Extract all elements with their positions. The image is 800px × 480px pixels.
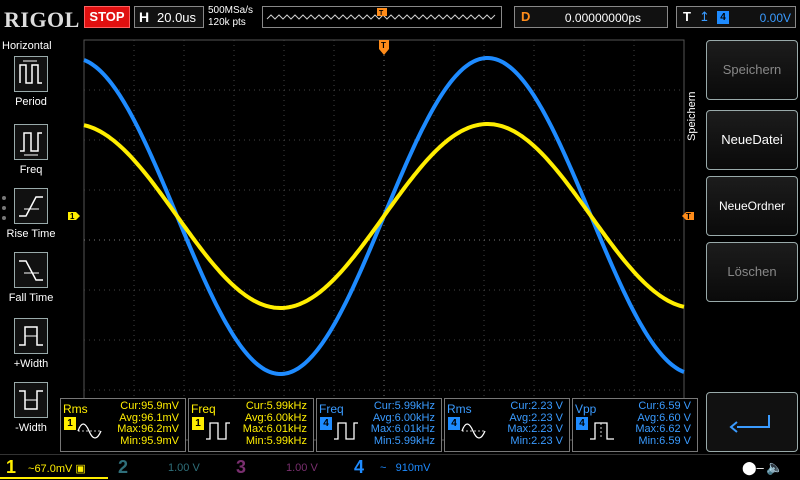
usb-icon: ⬤– xyxy=(742,460,764,475)
pos-width-icon xyxy=(14,318,48,354)
channel-number: 2 xyxy=(118,457,129,477)
channel-badge: 1 xyxy=(64,417,76,430)
measurement-values: Cur:6.59 V Avg:6.60 V Max:6.62 V Min:6.59 … xyxy=(635,400,691,447)
page-indicator xyxy=(2,196,6,226)
channel-scale: ~ 910mV xyxy=(380,462,431,474)
menu-item-label: -Width xyxy=(15,422,47,434)
measurement-name: Rms xyxy=(447,402,472,416)
horizontal-measure-menu: Horizontal Period Freq Rise Time Fall Ti… xyxy=(0,36,62,454)
measurement-vpp-ch4[interactable]: Vpp 4 Cur:6.59 V Avg:6.60 V Max:6.62 V Min… xyxy=(572,398,698,452)
menu-item-freq[interactable]: Freq xyxy=(0,124,62,186)
freq-icon xyxy=(14,124,48,160)
fall-time-icon xyxy=(14,252,48,288)
measurement-name: Freq xyxy=(191,402,216,416)
measurement-name: Rms xyxy=(63,402,88,416)
menu-item-label: Rise Time xyxy=(6,228,56,240)
delete-button[interactable]: Löschen xyxy=(706,242,798,302)
sample-rate: 500MSa/s xyxy=(208,5,254,16)
trigger-label: T xyxy=(683,9,691,24)
neg-width-icon xyxy=(14,382,48,418)
menu-title: Horizontal xyxy=(2,40,52,52)
channel-number: 3 xyxy=(236,457,247,477)
channel-badge: 1 xyxy=(192,417,204,430)
freq-icon xyxy=(206,422,230,440)
measurement-name: Vpp xyxy=(575,402,597,416)
acquisition-info: 500MSa/s 120k pts xyxy=(208,5,253,29)
svg-text:1: 1 xyxy=(70,212,75,221)
new-file-button[interactable]: NeueDatei xyxy=(706,110,798,170)
memory-waveform-icon: T xyxy=(266,8,496,20)
channel-scale: 1.00 V xyxy=(286,462,318,474)
rms-icon xyxy=(77,423,102,439)
channel-scale: ~67.0mV ▣ xyxy=(28,463,86,475)
vpp-icon xyxy=(590,422,614,440)
measurement-values: Cur:2.23 V Avg:2.23 V Max:2.23 V Min:2.23 … xyxy=(507,400,563,447)
freq-icon xyxy=(334,422,358,440)
menu-item-rise-time[interactable]: Rise Time xyxy=(0,188,62,250)
measurement-rms-ch1[interactable]: Rms 1 Cur:95.9mV Avg:96.1mV Max:96.2mV Min… xyxy=(60,398,186,452)
channel-number: 4 xyxy=(354,457,365,477)
measurement-freq-ch1[interactable]: Freq 1 Cur:5.99kHz Avg:6.00kHz Max:6.01kH… xyxy=(188,398,314,452)
new-folder-button[interactable]: NeueOrdner xyxy=(706,176,798,236)
rms-icon xyxy=(461,423,486,439)
menu-item-label: +Width xyxy=(13,358,49,370)
save-menu: Speichern Speichern NeueDatei NeueOrdner… xyxy=(686,36,800,454)
measurement-values: Cur:95.9mV Avg:96.1mV Max:96.2mV Min:95.9m… xyxy=(117,400,179,447)
graticule xyxy=(83,39,685,441)
channel-1-offset-marker[interactable]: 1 xyxy=(68,212,80,221)
save-button[interactable]: Speichern xyxy=(706,40,798,100)
menu-item-period[interactable]: Period xyxy=(0,56,62,118)
save-menu-title: Speichern xyxy=(686,91,698,141)
memory-overview[interactable]: T xyxy=(262,6,502,28)
channel-4-status[interactable]: 4 ~ 910mV xyxy=(348,457,458,479)
menu-item-label: Period xyxy=(15,96,47,108)
menu-item-fall-time[interactable]: Fall Time xyxy=(0,252,62,314)
measurement-freq-ch4[interactable]: Freq 4 Cur:5.99kHz Avg:6.00kHz Max:6.01kH… xyxy=(316,398,442,452)
timebase-box[interactable]: H 20.0us xyxy=(134,6,204,28)
measurement-rms-ch4[interactable]: Rms 4 Cur:2.23 V Avg:2.23 V Max:2.23 V Min… xyxy=(444,398,570,452)
delay-box[interactable]: D 0.00000000ps xyxy=(514,6,668,28)
menu-item-neg-width[interactable]: -Width xyxy=(0,382,62,444)
channel-1-status[interactable]: 1 ~67.0mV ▣ xyxy=(0,457,108,479)
measurement-bar: Rms 1 Cur:95.9mV Avg:96.1mV Max:96.2mV Min… xyxy=(60,398,700,452)
trigger-box[interactable]: T ↥ 4 0.00V xyxy=(676,6,796,28)
rising-edge-icon: ↥ xyxy=(699,9,710,24)
channel-scale: 1.00 V xyxy=(168,462,200,474)
channel-2-status[interactable]: 2 1.00 V xyxy=(112,457,226,479)
trigger-level: 0.00V xyxy=(759,11,791,25)
timebase-value: 20.0us xyxy=(157,10,197,25)
svg-text:T: T xyxy=(379,10,384,17)
bandwidth-limit-icon: ▣ xyxy=(75,463,86,475)
back-button[interactable] xyxy=(706,392,798,452)
delay-label: D xyxy=(521,9,531,24)
rigol-logo: RIGOL xyxy=(4,7,80,32)
channel-badge: 4 xyxy=(576,417,588,430)
trigger-source-badge: 4 xyxy=(717,11,729,24)
menu-item-label: Fall Time xyxy=(8,292,54,304)
channel-number: 1 xyxy=(6,457,17,477)
measurement-values: Cur:5.99kHz Avg:6.00kHz Max:6.01kHz Min:5.… xyxy=(242,400,307,447)
svg-text:T: T xyxy=(381,41,386,50)
run-stop-badge[interactable]: STOP xyxy=(84,6,130,28)
rise-time-icon xyxy=(14,188,48,224)
waveform-display[interactable]: T 1 T xyxy=(62,36,704,452)
trigger-position-marker[interactable]: T xyxy=(379,40,389,55)
timebase-label: H xyxy=(139,9,150,25)
memory-depth: 120k pts xyxy=(208,17,246,28)
return-arrow-icon xyxy=(729,415,770,433)
speaker-mute-icon[interactable]: 🔈 xyxy=(766,459,783,476)
channel-status-bar: 1 ~67.0mV ▣ 2 1.00 V 3 1.00 V 4 ~ 910mV … xyxy=(0,454,800,480)
waveform-grid: T 1 T xyxy=(68,39,694,441)
menu-item-label: Freq xyxy=(19,164,43,176)
channel-badge: 4 xyxy=(320,417,332,430)
top-status-bar: RIGOL STOP H 20.0us 500MSa/s 120k pts T … xyxy=(0,0,800,36)
menu-item-pos-width[interactable]: +Width xyxy=(0,318,62,380)
delay-value: 0.00000000ps xyxy=(564,11,641,25)
period-icon xyxy=(14,56,48,92)
channel-3-status[interactable]: 3 1.00 V xyxy=(230,457,344,479)
measurement-values: Cur:5.99kHz Avg:6.00kHz Max:6.01kHz Min:5.… xyxy=(370,400,435,447)
measurement-name: Freq xyxy=(319,402,344,416)
channel-badge: 4 xyxy=(448,417,460,430)
